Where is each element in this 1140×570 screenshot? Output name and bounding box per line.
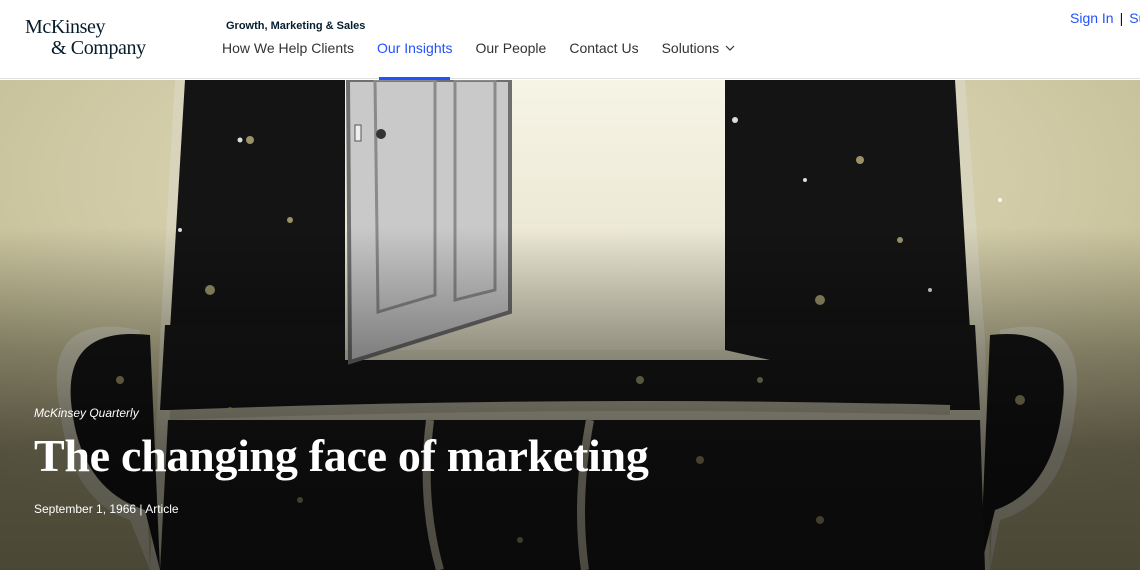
nav-item-solutions[interactable]: Solutions <box>662 40 736 79</box>
subscribe-link[interactable]: Su <box>1129 10 1140 26</box>
publication-eyebrow[interactable]: McKinsey Quarterly <box>34 406 934 420</box>
main-nav: How We Help Clients Our Insights Our Peo… <box>222 40 758 80</box>
hero-text: McKinsey Quarterly The changing face of … <box>34 406 934 516</box>
utility-links: Sign In | Su <box>1070 10 1140 26</box>
nav-item-label: Contact Us <box>569 40 639 56</box>
nav-item-label: Our People <box>475 40 547 56</box>
nav-item-our-people[interactable]: Our People <box>476 40 547 79</box>
article-meta: September 1, 1966 | Article <box>34 502 179 516</box>
nav-item-label: Solutions <box>661 40 720 56</box>
nav-item-label: Our Insights <box>377 40 453 56</box>
site-header: McKinsey & Company Growth, Marketing & S… <box>0 0 1140 80</box>
logo-line-2: & Company <box>51 37 146 59</box>
hero-banner: McKinsey Quarterly The changing face of … <box>0 80 1140 570</box>
nav-item-our-insights[interactable]: Our Insights <box>377 40 453 80</box>
nav-item-label: How We Help Clients <box>222 40 355 56</box>
logo-line-1: McKinsey <box>25 16 106 38</box>
chevron-down-icon <box>725 43 735 53</box>
sign-in-link[interactable]: Sign In <box>1070 10 1114 26</box>
utility-separator: | <box>1119 10 1124 26</box>
article-title: The changing face of marketing <box>34 430 649 481</box>
section-label[interactable]: Growth, Marketing & Sales <box>226 20 365 32</box>
nav-item-how-we-help-clients[interactable]: How We Help Clients <box>222 40 354 79</box>
mckinsey-logo[interactable]: McKinsey & Company <box>25 17 165 59</box>
nav-item-contact-us[interactable]: Contact Us <box>569 40 638 79</box>
